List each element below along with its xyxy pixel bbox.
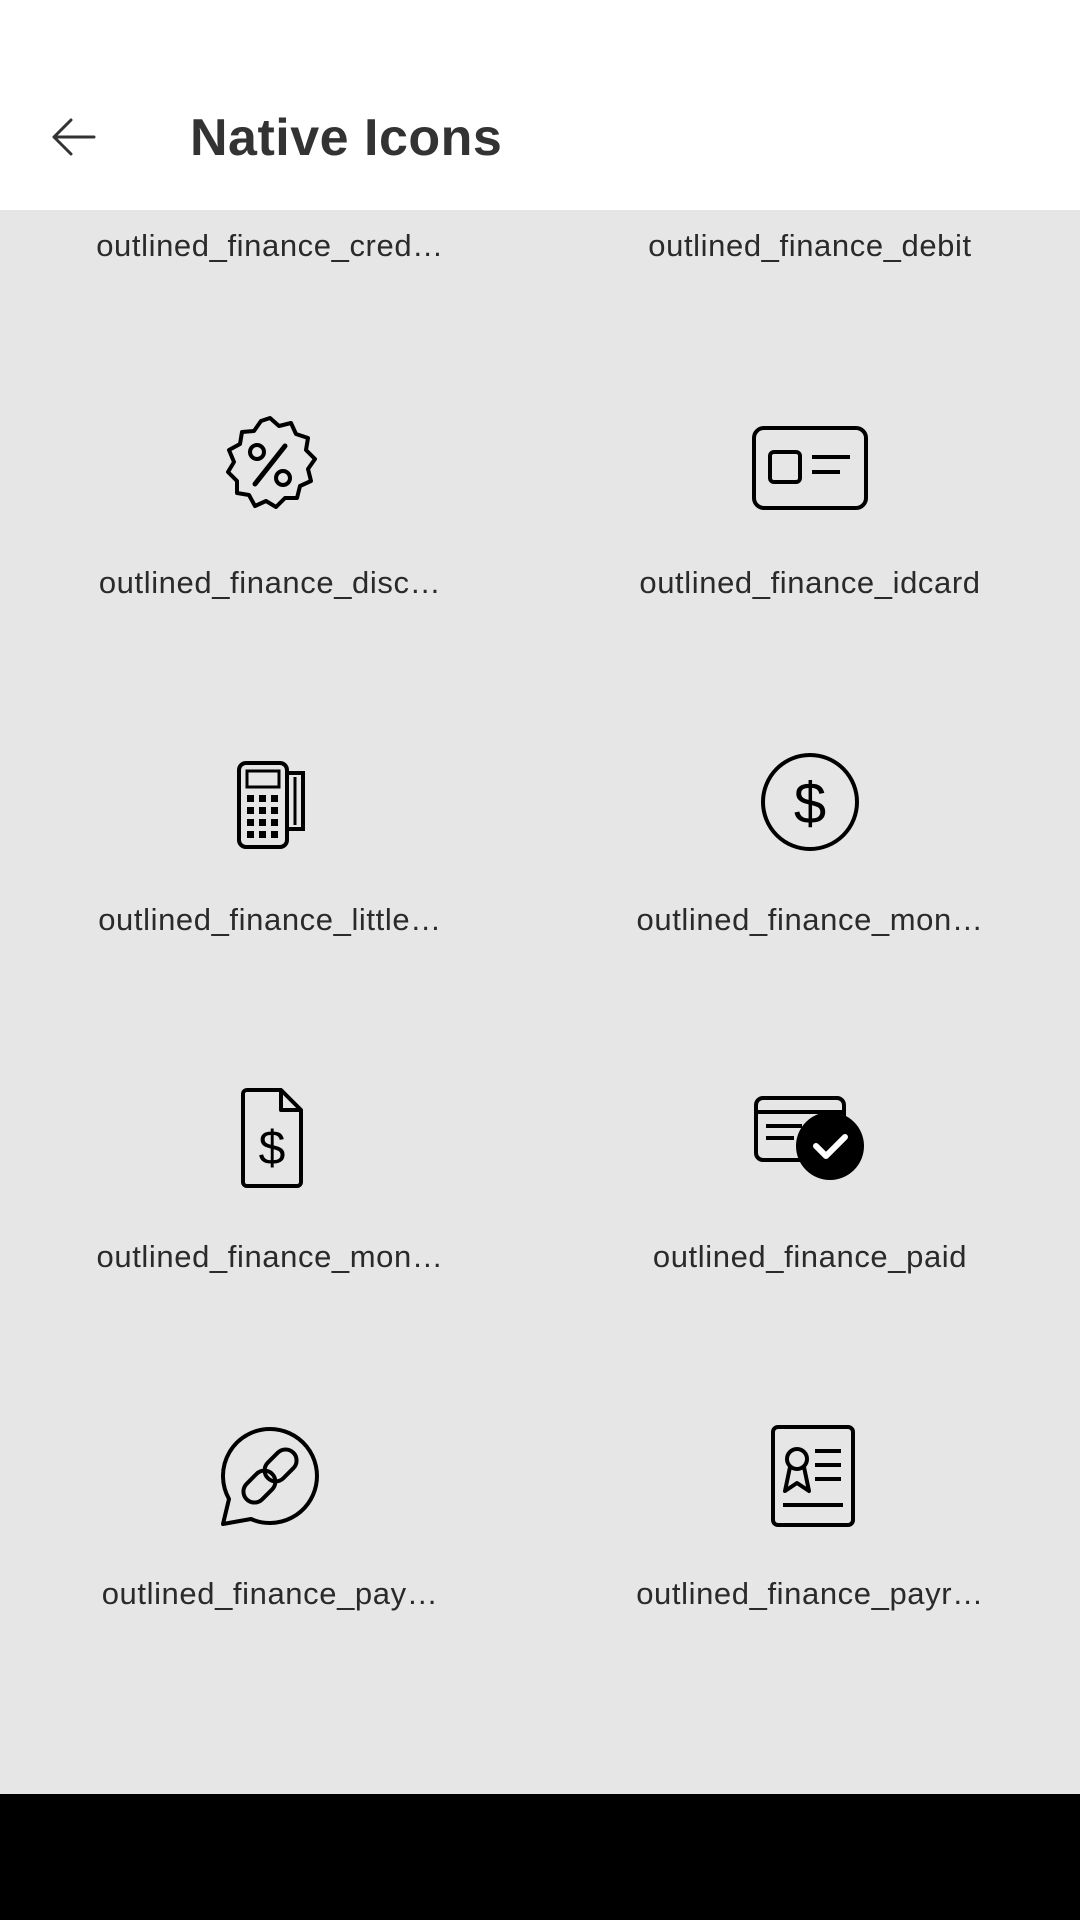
icon-tile[interactable]: outlined_finance_idcard — [540, 375, 1080, 712]
icon-label: outlined_finance_idcard — [639, 565, 981, 600]
icon-label: outlined_finance_paid — [652, 1239, 968, 1274]
icon-tile[interactable]: outlined_finance_debit — [540, 210, 1080, 375]
icon-tile[interactable]: outlined_finance_little… — [0, 712, 540, 1049]
icon-tile[interactable]: outlined_finance_pay… — [0, 1386, 540, 1723]
icon-label: outlined_finance_mon… — [96, 1239, 444, 1274]
icon-tile[interactable]: $ outlined_finance_mon… — [540, 712, 1080, 1049]
icon-tile[interactable]: outlined_finance_paid — [540, 1049, 1080, 1386]
page-title: Native Icons — [190, 109, 503, 167]
money-circle-icon: $ — [750, 742, 870, 862]
icon-tile[interactable]: outlined_finance_payr… — [540, 1386, 1080, 1723]
icon-label: outlined_finance_mon… — [636, 902, 984, 937]
discount-badge-icon — [210, 405, 330, 525]
paid-card-check-icon — [750, 1079, 870, 1199]
icon-tile[interactable]: $ outlined_finance_mon… — [0, 1049, 540, 1386]
icon-label: outlined_finance_little… — [98, 902, 442, 937]
app-bar: Native Icons — [0, 0, 1080, 210]
icon-label: outlined_finance_pay… — [101, 1576, 439, 1611]
icon-label: outlined_finance_cred… — [96, 228, 444, 263]
icon-tile[interactable]: outlined_finance_cred… — [0, 210, 540, 375]
back-button[interactable] — [28, 92, 118, 182]
icon-label: outlined_finance_payr… — [636, 1576, 984, 1611]
payment-link-chat-icon — [210, 1416, 330, 1536]
svg-text:$: $ — [794, 771, 826, 836]
money-document-icon: $ — [210, 1079, 330, 1199]
icon-label: outlined_finance_disc… — [98, 565, 442, 600]
arrow-left-icon — [48, 112, 98, 162]
system-navigation-bar — [0, 1794, 1080, 1920]
id-card-icon — [750, 405, 870, 525]
icon-tile[interactable]: outlined_finance_disc… — [0, 375, 540, 712]
card-terminal-icon — [210, 742, 330, 862]
icon-label: outlined_finance_debit — [648, 228, 972, 263]
payroll-document-icon — [750, 1416, 870, 1536]
icon-grid-scroll[interactable]: outlined_finance_cred… outlined_finance_… — [0, 210, 1080, 1794]
svg-text:$: $ — [259, 1122, 286, 1175]
